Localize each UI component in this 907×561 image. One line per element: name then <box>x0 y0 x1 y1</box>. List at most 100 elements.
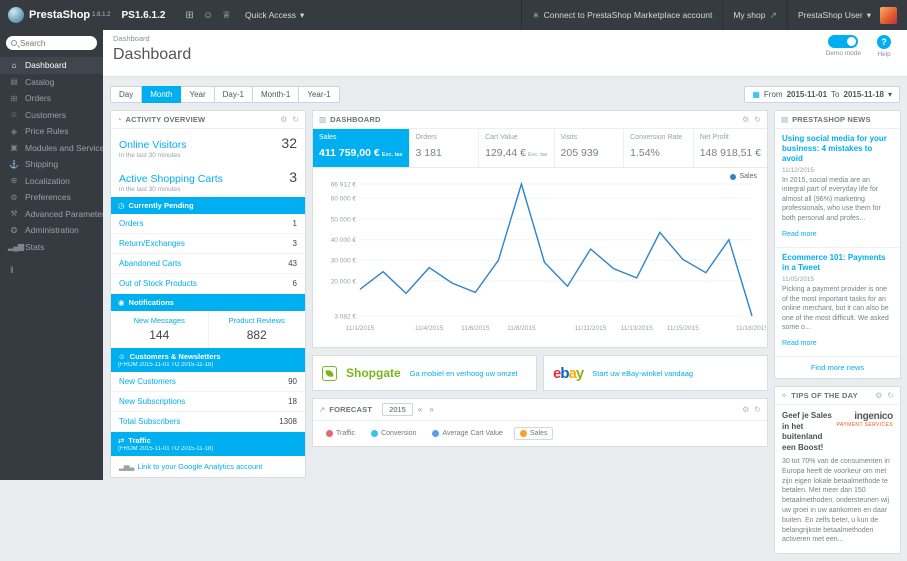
svg-text:11/4/2015: 11/4/2015 <box>415 325 444 332</box>
svg-text:20 000 €: 20 000 € <box>331 278 357 285</box>
sales-line-chart: 66 912 € 60 000 € 50 000 € 40 000 € 30 000 €… <box>331 181 769 332</box>
shopgate-promo: Shopgate Ga mobiel en verhoog uw omzet <box>312 355 537 391</box>
forecast-legend-sales[interactable]: Sales <box>513 427 554 440</box>
refresh-icon[interactable]: ↻ <box>292 115 299 124</box>
active-carts-value: 3 <box>289 169 297 185</box>
kpi-sales[interactable]: Sales 411 759,00 € Exc. tax <box>313 129 409 167</box>
svg-text:40 000 €: 40 000 € <box>331 237 357 244</box>
forecast-year-select[interactable]: 2015 <box>382 403 413 416</box>
sidebar-item-stats[interactable]: ▂▄▆ Stats <box>0 239 103 256</box>
new-subscriptions-row: New Subscriptions 18 <box>111 392 305 412</box>
ebay-logo: ebay <box>553 364 584 382</box>
caret-down-icon: ▾ <box>300 9 305 20</box>
svg-text:66 912 €: 66 912 € <box>331 181 357 188</box>
forecast-legend-cart-value[interactable]: Average Cart Value <box>427 428 507 439</box>
refresh-icon[interactable]: ↻ <box>754 405 761 414</box>
legend-dot <box>730 173 737 180</box>
clock-icon: ◷ <box>118 201 125 210</box>
trend-icon: ↗ <box>319 405 326 414</box>
range-month-1-button[interactable]: Month-1 <box>252 86 300 103</box>
help-button[interactable]: ? Help <box>877 35 891 58</box>
sidebar-item-customers[interactable]: ☺ Customers <box>0 107 103 124</box>
gear-icon[interactable]: ⚙ <box>742 405 749 414</box>
prev-year-icon[interactable]: « <box>416 405 424 414</box>
shopgate-link[interactable]: Ga mobiel en verhoog uw omzet <box>410 369 518 378</box>
sidebar-item-administration[interactable]: ✪ Administration <box>0 222 103 239</box>
globe-icon: ⊕ <box>10 176 18 186</box>
gear-icon[interactable]: ⚙ <box>875 391 882 400</box>
ingenico-logo[interactable]: ingenico payment services <box>837 411 894 428</box>
sidebar: ⌂Dashboard ▤Catalog ⊞Orders ☺Customers ◈… <box>0 30 103 480</box>
news-article-date: 11/12/2015 <box>782 167 815 174</box>
kpi-visits[interactable]: Visits 205 939 <box>553 129 624 167</box>
topbar: PrestaShop 1.6.1.2 PS1.6.1.2 ⊞ ☺ ♕ Quick… <box>0 0 907 30</box>
kpi-conversion-rate[interactable]: Conversion Rate 1.54% <box>623 129 693 167</box>
demo-mode-toggle[interactable]: Demo mode <box>826 35 861 58</box>
sidebar-item-shipping[interactable]: ⚓ Shipping <box>0 156 103 173</box>
search-input[interactable] <box>20 38 92 48</box>
breadcrumb[interactable]: Dashboard <box>113 34 897 43</box>
range-year-1-button[interactable]: Year-1 <box>299 86 340 103</box>
modules-icon: ▣ <box>10 143 18 153</box>
range-day-1-button[interactable]: Day-1 <box>214 86 253 103</box>
dashboard-panel: ▥ DASHBOARD ⚙ ↻ Sales 411 759,00 € Exc. t… <box>312 110 768 348</box>
svg-text:11/11/2015: 11/11/2015 <box>575 325 607 332</box>
svg-text:11/13/2015: 11/13/2015 <box>621 325 653 332</box>
orders-cart-icon[interactable]: ⊞ <box>185 10 193 21</box>
svg-text:11/8/2015: 11/8/2015 <box>507 325 536 332</box>
currently-pending-header: ◷ Currently Pending <box>111 197 305 214</box>
read-more-link[interactable]: Read more <box>782 231 817 238</box>
sidebar-item-orders[interactable]: ⊞ Orders <box>0 90 103 107</box>
customers-icon[interactable]: ☺ <box>203 10 213 21</box>
sidebar-item-advanced-parameters[interactable]: ⚒ Advanced Parameters <box>0 206 103 223</box>
find-more-news-link[interactable]: Find more news <box>775 357 900 378</box>
sidebar-item-preferences[interactable]: ⚙ Preferences <box>0 189 103 206</box>
news-article-title[interactable]: Using social media for your business: 4 … <box>782 134 893 164</box>
kpi-cart-value[interactable]: Cart Value 129,44 € Exc. tax <box>478 129 553 167</box>
trophy-icon[interactable]: ♕ <box>222 10 231 21</box>
home-icon: ⌂ <box>11 60 17 70</box>
kpi-net-profit[interactable]: Net Profit 148 918,51 € <box>692 129 767 167</box>
analytics-icon: ▂▅▃ <box>119 462 134 471</box>
refresh-icon[interactable]: ↻ <box>754 115 761 124</box>
quick-access-menu[interactable]: Quick Access ▾ <box>245 10 304 21</box>
stats-icon: ▂▄▆ <box>8 242 24 252</box>
sidebar-item-price-rules[interactable]: ◈ Price Rules <box>0 123 103 140</box>
gear-icon[interactable]: ⚙ <box>280 115 287 124</box>
forecast-legend-traffic[interactable]: Traffic <box>321 428 360 439</box>
sidebar-collapse-icon[interactable]: ‖ <box>0 255 103 275</box>
sidebar-item-modules[interactable]: ▣ Modules and Services <box>0 140 103 157</box>
kpi-orders[interactable]: Orders 3 181 <box>408 129 479 167</box>
sales-chart-area: Sales 66 912 € 60 000 € 50 000 € 40 000 € 30… <box>313 168 769 347</box>
search-icon <box>11 40 17 46</box>
date-range-picker[interactable]: ▦ From 2015-11-01 To 2015-11-18 ▾ <box>744 86 900 103</box>
range-year-button[interactable]: Year <box>181 86 215 103</box>
news-article-title[interactable]: Ecommerce 101: Payments in a Tweet <box>782 253 893 273</box>
online-visitors-link[interactable]: Online Visitors <box>119 139 187 151</box>
marketplace-link[interactable]: ∗ Connect to PrestaShop Marketplace acco… <box>521 0 722 30</box>
sidebar-item-catalog[interactable]: ▤ Catalog <box>0 74 103 91</box>
sidebar-item-localization[interactable]: ⊕ Localization <box>0 173 103 190</box>
forecast-legend-conversion[interactable]: Conversion <box>366 428 421 439</box>
prestashop-brand[interactable]: PrestaShop 1.6.1.2 PS1.6.1.2 <box>0 7 173 23</box>
active-carts-link[interactable]: Active Shopping Carts <box>119 173 223 185</box>
gear-icon: ⚙ <box>10 192 17 202</box>
range-month-button[interactable]: Month <box>142 86 182 103</box>
refresh-icon[interactable]: ↻ <box>887 391 894 400</box>
sidebar-item-dashboard[interactable]: ⌂ Dashboard <box>0 57 103 74</box>
prestashop-news-panel: ▤ PRESTASHOP NEWS Using social media for… <box>774 110 901 380</box>
people-icon: ☺ <box>9 110 18 120</box>
shipping-icon: ⚓ <box>9 159 19 169</box>
next-year-icon[interactable]: » <box>427 405 435 414</box>
read-more-link[interactable]: Read more <box>782 340 817 347</box>
news-article: Ecommerce 101: Payments in a Tweet 11/05… <box>775 248 900 358</box>
shop-name: PS1.6.1.2 <box>121 9 166 21</box>
user-menu[interactable]: PrestaShop User ▾ <box>786 0 907 30</box>
gear-icon[interactable]: ⚙ <box>742 115 749 124</box>
my-shop-link[interactable]: My shop ↗ <box>722 0 787 30</box>
online-visitors: Online Visitors 32 in the last 30 minute… <box>119 135 297 159</box>
google-analytics-link[interactable]: ▂▅▃ Link to your Google Analytics accoun… <box>111 456 305 477</box>
range-day-button[interactable]: Day <box>110 86 143 103</box>
ebay-link[interactable]: Start uw eBay-winkel vandaag <box>592 369 693 378</box>
svg-text:50 000 €: 50 000 € <box>331 216 357 223</box>
